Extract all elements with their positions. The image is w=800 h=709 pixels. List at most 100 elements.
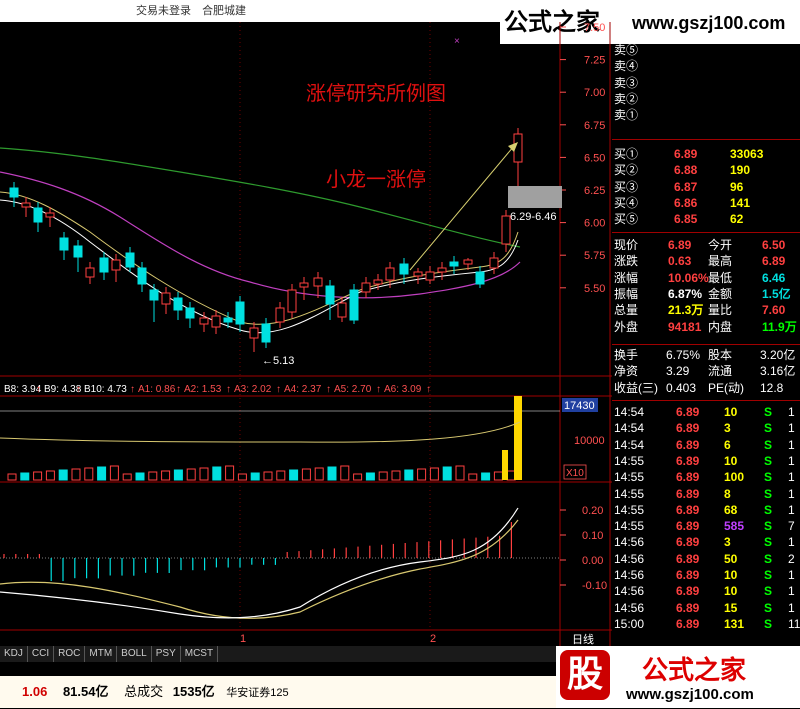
highlight-box <box>508 186 562 208</box>
candle-body <box>463 259 473 265</box>
buy-row: 买③ 6.87 96 <box>612 179 800 195</box>
tick-price: 6.89 <box>676 453 700 468</box>
quote-key: 金额 <box>708 286 733 301</box>
buy-price: 6.85 <box>674 212 698 227</box>
tick-count: 1 <box>788 502 795 517</box>
indicator-values: B8: 3.94↑ B9: 4.38↑ B10: 4.73 ↑ A1: 0.86 ↑ A2:… <box>4 384 431 395</box>
tick-row: 14:55 6.89 100 S 1 <box>612 469 800 485</box>
candle-body <box>299 282 309 288</box>
tick-time: 14:55 <box>614 502 645 517</box>
tab-kdj[interactable]: KDJ <box>0 646 28 662</box>
tick-price: 6.89 <box>676 405 700 419</box>
watermark-url-bottom: www.gszj100.com <box>626 686 754 703</box>
tick-side: S <box>764 519 773 534</box>
buy-price: 6.87 <box>674 179 698 194</box>
quote-key: 现价 <box>614 238 639 252</box>
low-label: ←5.13 <box>262 355 294 367</box>
macd-tick-label: 0.10 <box>582 530 603 542</box>
candle-body <box>261 323 271 343</box>
indicator-value: A6: 3.09 <box>384 384 422 395</box>
watermark-url: www.gszj100.com <box>632 13 786 33</box>
tick-time: 14:56 <box>614 584 645 599</box>
tick-side: S <box>764 405 773 419</box>
volume-bar <box>493 471 503 481</box>
chart-area[interactable]: 7.50 7.25 7.00 6.75 6.50 6.25 6.00 5.75 5.50 6.2… <box>0 22 612 646</box>
fund-key: 净资 <box>614 364 639 379</box>
tick-row: 15:00 6.89 131 S 11 <box>612 616 800 632</box>
quote-value: 6.46 <box>762 270 786 285</box>
tick-volume: 10 <box>724 405 738 419</box>
tick-row: 14:55 6.89 68 S 1 <box>612 502 800 518</box>
buy-row: 买⑤ 6.85 62 <box>612 211 800 227</box>
tab-roc[interactable]: ROC <box>54 646 86 662</box>
tick-side: S <box>764 568 773 582</box>
candle-body <box>349 289 359 321</box>
volume-bar <box>45 470 55 481</box>
sell-row: 卖⑤ <box>612 42 800 58</box>
volume-bar <box>353 473 363 481</box>
tick-price: 6.89 <box>676 470 700 485</box>
title-bar: 交易未登录 合肥城建 <box>0 0 500 22</box>
tab-cci[interactable]: CCI <box>28 646 55 662</box>
candle-body <box>73 245 83 258</box>
tick-row: 14:56 6.89 3 S 1 <box>612 534 800 550</box>
tick-volume: 50 <box>724 551 738 566</box>
tab-boll[interactable]: BOLL <box>117 646 152 662</box>
candle-body <box>385 267 395 281</box>
sell-level-label: 卖② <box>614 91 639 106</box>
sell-level-label: 卖④ <box>614 59 639 74</box>
quote-key: 涨跌 <box>614 254 639 269</box>
tick-time: 14:56 <box>614 600 645 615</box>
volume-mid-label: 10000 <box>574 435 605 447</box>
status-label: 总成交 <box>124 684 164 699</box>
volume-bar <box>97 466 107 481</box>
volume-bar <box>212 466 222 481</box>
candle-body <box>9 187 19 198</box>
candle-body <box>211 315 221 328</box>
buy-volume: 96 <box>730 179 744 194</box>
tick-side: S <box>764 502 773 517</box>
candle-body <box>413 271 423 277</box>
tab-psy[interactable]: PSY <box>152 646 181 662</box>
fund-key: 收益(三) <box>614 380 658 395</box>
candle-body <box>33 207 43 223</box>
tick-row: 14:54 6.89 3 S 1 <box>612 420 800 436</box>
buy-price: 6.86 <box>674 195 698 210</box>
price-tick-label: 7.50 <box>584 22 605 34</box>
quote-value: 7.60 <box>762 303 786 318</box>
tick-volume: 10 <box>724 584 738 599</box>
up-arrow-icon: ↑ <box>226 384 231 395</box>
price-tick-label: 6.25 <box>584 185 605 197</box>
tick-volume: 8 <box>724 486 731 501</box>
candle-body <box>199 317 209 325</box>
volume-bar <box>161 470 171 481</box>
price-tick-label: 5.50 <box>584 283 605 295</box>
up-arrow-icon: ↑ <box>176 384 181 395</box>
tick-side: S <box>764 421 773 436</box>
sell-level-label: 卖③ <box>614 75 639 90</box>
quote-row: 振幅 6.87% 金额 1.5亿 <box>612 286 800 302</box>
candle-body <box>21 202 31 208</box>
period-label[interactable]: 日线 <box>572 632 594 646</box>
watermark-bottom: 股 公式之家 www.gszj100.com <box>556 646 800 708</box>
buy-price: 6.89 <box>674 147 698 161</box>
fund-value: 12.8 <box>760 380 784 395</box>
candle-body <box>449 261 459 267</box>
indicator-tabs: KDJ CCI ROC MTM BOLL PSY MCST <box>0 646 556 662</box>
tick-count: 1 <box>788 437 795 452</box>
quote-key: 涨幅 <box>614 270 639 285</box>
price-tick-label: 6.50 <box>584 152 605 164</box>
quote-key: 外盘 <box>614 319 639 334</box>
tab-mtm[interactable]: MTM <box>85 646 118 662</box>
tick-side: S <box>764 470 773 485</box>
tab-mcst[interactable]: MCST <box>181 646 219 662</box>
volume-bar <box>250 472 260 481</box>
price-tick-label: 5.75 <box>584 250 605 262</box>
sell-row: 卖① <box>612 107 800 123</box>
volume-bar <box>468 473 478 481</box>
broker-name: 华安证券125 <box>226 687 289 699</box>
macd-dea-line <box>0 519 519 619</box>
tick-time: 14:55 <box>614 470 645 485</box>
tick-volume: 3 <box>724 421 731 436</box>
macd-tick-label: 0.20 <box>582 505 603 517</box>
